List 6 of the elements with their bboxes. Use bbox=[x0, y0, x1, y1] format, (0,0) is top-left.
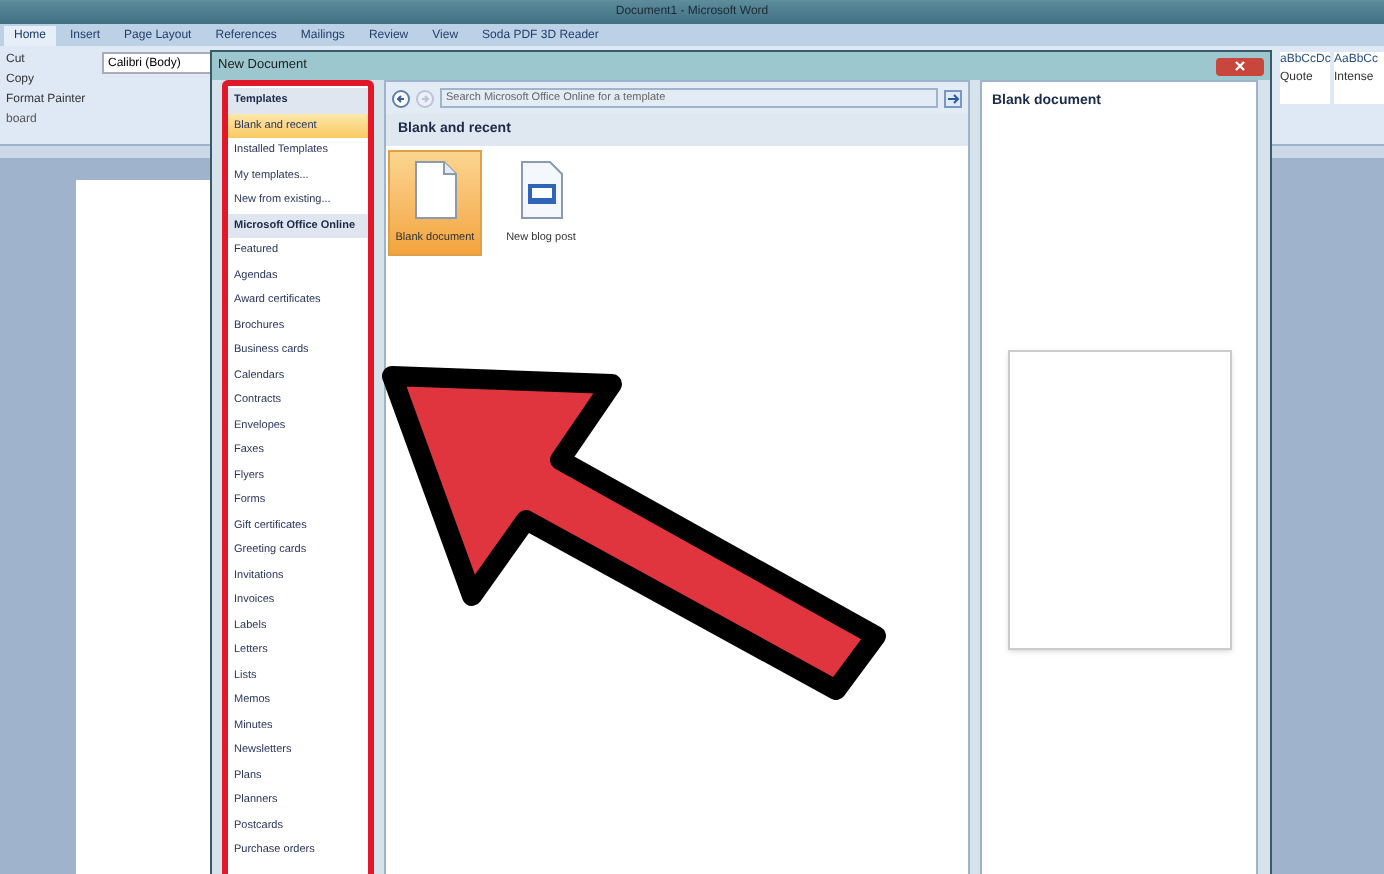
close-icon bbox=[1234, 60, 1246, 72]
blank-page-icon bbox=[413, 159, 457, 220]
back-arrow-icon[interactable] bbox=[392, 89, 410, 107]
go-arrow-icon[interactable] bbox=[944, 89, 962, 107]
close-button[interactable] bbox=[1216, 57, 1264, 75]
page-with-speech-bubble-icon bbox=[519, 159, 563, 220]
